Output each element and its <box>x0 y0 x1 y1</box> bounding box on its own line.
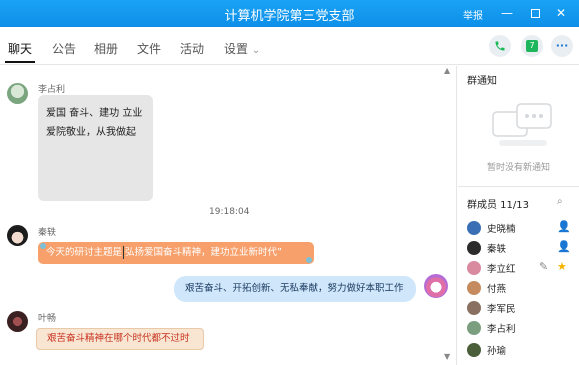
member-name: 李军民 <box>487 304 516 315</box>
chat-area[interactable]: ▲ 李占利 爱国 奋斗、建功 立业 爱院敬业，从我做起 19:18:04 秦轶 … <box>0 66 457 365</box>
tab-chat[interactable]: 聊天 <box>8 40 32 57</box>
owner-star-icon: ★ <box>557 260 567 273</box>
calendar-icon[interactable]: 7 <box>521 35 543 57</box>
member-name: 李占利 <box>487 324 516 335</box>
scroll-down-icon[interactable]: ▼ <box>444 352 450 361</box>
member-avatar <box>467 221 481 235</box>
calendar-day: 7 <box>526 40 538 52</box>
bubble-decoration <box>306 257 312 263</box>
admin-icon: 👤 <box>557 220 571 233</box>
avatar[interactable] <box>7 225 28 246</box>
avatar[interactable] <box>7 311 28 332</box>
message-line: 爱院敬业，从我做起 <box>46 127 136 138</box>
active-tab-indicator <box>5 61 35 63</box>
report-button[interactable]: 举报 <box>463 7 483 22</box>
tab-files[interactable]: 文件 <box>137 40 161 57</box>
member-avatar <box>467 281 481 295</box>
member-name: 史晓楠 <box>487 224 516 235</box>
member-item[interactable]: 史晓楠 👤 <box>465 219 575 237</box>
message-bubble[interactable]: 艰苦奋斗精神在哪个时代都不过时 <box>36 328 204 350</box>
message-bubble[interactable]: 爱国 奋斗、建功 立业 爱院敬业，从我做起 <box>38 95 153 201</box>
member-item[interactable]: 李立红 ✎ ★ <box>465 259 575 277</box>
message-text: 今天的研讨主题是 <box>46 247 123 258</box>
member-name: 李立红 <box>487 264 516 275</box>
member-item[interactable]: 秦轶 👤 <box>465 239 575 257</box>
avatar[interactable] <box>7 83 28 104</box>
tab-activities[interactable]: 活动 <box>180 40 204 57</box>
message-bubble[interactable]: 今天的研讨主题是 弘扬爱国奋斗精神，建功立业新时代” <box>38 242 314 264</box>
more-icon[interactable]: ··· <box>551 35 573 57</box>
message-line: 爱国 奋斗、建功 立业 <box>46 108 143 119</box>
member-item[interactable]: 付燕 <box>465 279 575 297</box>
panel-divider <box>458 186 579 187</box>
edit-icon[interactable]: ✎ <box>539 260 548 273</box>
tab-bar: 聊天 公告 相册 文件 活动 设置 ⌄ 7 ··· <box>0 27 579 65</box>
message-timestamp: 19:18:04 <box>209 207 250 217</box>
member-avatar <box>467 321 481 335</box>
tab-announcement[interactable]: 公告 <box>52 40 76 57</box>
title-bar: 计算机学院第三党支部 举报 — ✕ <box>0 0 579 27</box>
tab-settings[interactable]: 设置 ⌄ <box>224 40 260 57</box>
sender-name: 李占利 <box>38 85 66 95</box>
member-item[interactable]: 孙瑜 <box>465 341 575 359</box>
tab-album[interactable]: 相册 <box>94 40 118 57</box>
bubble-decoration <box>40 243 46 249</box>
avatar[interactable] <box>424 274 448 298</box>
maximize-icon[interactable] <box>527 4 543 22</box>
search-icon[interactable]: ⌕ <box>557 196 563 207</box>
member-item[interactable]: 李军民 <box>465 299 575 317</box>
sender-name: 叶畅 <box>38 314 57 324</box>
notice-title: 群通知 <box>467 76 497 87</box>
empty-notice-illustration <box>492 103 552 146</box>
text-cursor <box>123 246 125 259</box>
member-avatar <box>467 241 481 255</box>
chevron-down-icon: ⌄ <box>251 45 261 56</box>
members-title: 群成员 11/13 <box>467 200 529 211</box>
member-name: 秦轶 <box>487 244 507 255</box>
notice-empty-text: 暂时没有新通知 <box>486 163 550 173</box>
message-text: 艰苦奋斗精神在哪个时代都不过时 <box>47 333 190 344</box>
admin-icon: 👤 <box>557 240 571 253</box>
message-text: 弘扬爱国奋斗精神，建功立业新时代” <box>125 247 282 258</box>
phone-icon[interactable] <box>489 35 511 57</box>
member-avatar <box>467 261 481 275</box>
close-icon[interactable]: ✕ <box>553 4 569 22</box>
member-item[interactable]: 李占利 <box>465 319 575 337</box>
member-avatar <box>467 343 481 357</box>
scroll-up-icon[interactable]: ▲ <box>444 66 450 75</box>
sender-name: 秦轶 <box>38 228 57 238</box>
minimize-icon[interactable]: — <box>499 4 515 22</box>
message-bubble[interactable]: 艰苦奋斗、开拓创新、无私奉献，努力做好本职工作 <box>174 276 416 302</box>
member-name: 付燕 <box>487 284 507 295</box>
tab-settings-label: 设置 <box>224 42 249 56</box>
member-avatar <box>467 301 481 315</box>
message-text: 艰苦奋斗、开拓创新、无私奉献，努力做好本职工作 <box>185 283 404 294</box>
member-name: 孙瑜 <box>487 346 507 357</box>
window-title: 计算机学院第三党支部 <box>224 9 355 24</box>
